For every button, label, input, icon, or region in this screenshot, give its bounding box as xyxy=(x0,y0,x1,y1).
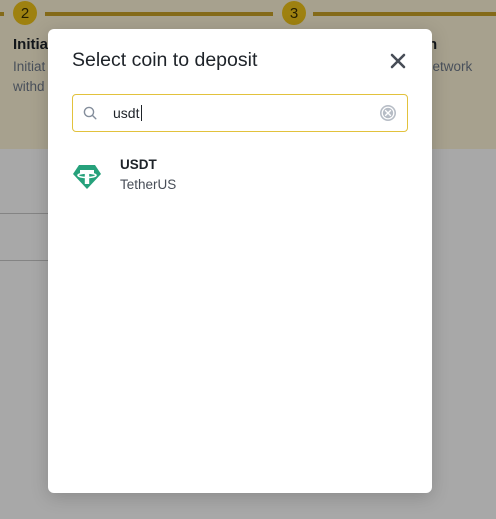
coin-symbol: USDT xyxy=(120,157,157,172)
tether-icon xyxy=(73,165,101,189)
coin-name: TetherUS xyxy=(120,177,177,192)
select-coin-modal: Select coin to deposit USDT TetherUS xyxy=(48,29,432,493)
clear-search-button[interactable] xyxy=(379,104,397,122)
search-icon xyxy=(83,106,97,120)
coin-list-item[interactable]: USDT TetherUS xyxy=(48,149,432,201)
coin-search-input[interactable] xyxy=(113,101,363,125)
close-icon xyxy=(390,53,406,69)
coin-search-box[interactable] xyxy=(72,94,408,132)
text-caret xyxy=(141,105,142,121)
modal-title: Select coin to deposit xyxy=(72,49,258,71)
close-button[interactable] xyxy=(388,51,408,71)
